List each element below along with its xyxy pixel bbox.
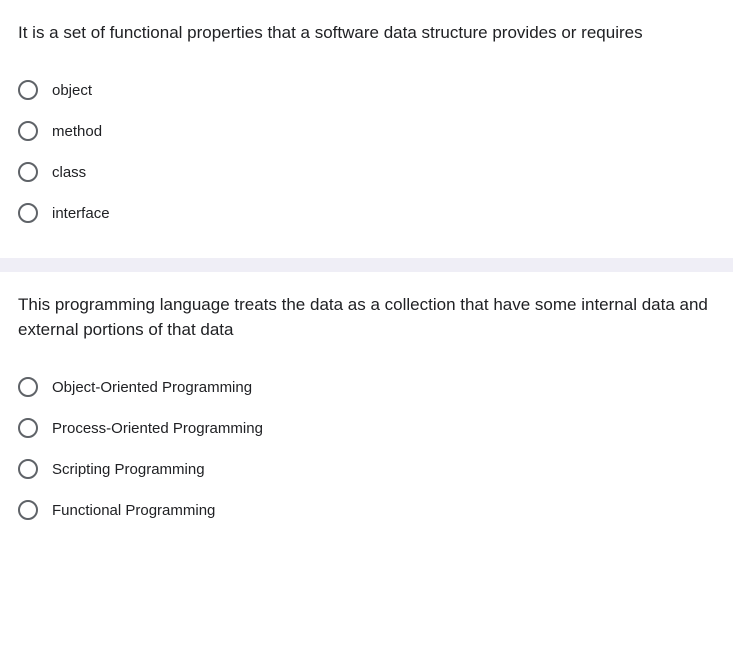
- option-label: Functional Programming: [52, 500, 215, 521]
- radio-icon: [18, 121, 38, 141]
- radio-icon: [18, 80, 38, 100]
- radio-icon: [18, 377, 38, 397]
- option-row[interactable]: object: [18, 70, 715, 111]
- radio-icon: [18, 162, 38, 182]
- option-row[interactable]: interface: [18, 193, 715, 234]
- option-label: class: [52, 162, 86, 183]
- question-prompt: This programming language treats the dat…: [18, 292, 715, 343]
- question-block-1: It is a set of functional properties tha…: [0, 0, 733, 258]
- option-label: Scripting Programming: [52, 459, 205, 480]
- option-label: method: [52, 121, 102, 142]
- option-label: Object-Oriented Programming: [52, 377, 252, 398]
- radio-icon: [18, 203, 38, 223]
- question-block-2: This programming language treats the dat…: [0, 272, 733, 555]
- option-row[interactable]: Functional Programming: [18, 490, 715, 531]
- section-divider: [0, 258, 733, 272]
- question-prompt: It is a set of functional properties tha…: [18, 20, 715, 46]
- option-label: Process-Oriented Programming: [52, 418, 263, 439]
- option-row[interactable]: method: [18, 111, 715, 152]
- option-label: object: [52, 80, 92, 101]
- radio-icon: [18, 459, 38, 479]
- option-row[interactable]: Object-Oriented Programming: [18, 367, 715, 408]
- option-row[interactable]: Scripting Programming: [18, 449, 715, 490]
- option-row[interactable]: class: [18, 152, 715, 193]
- option-row[interactable]: Process-Oriented Programming: [18, 408, 715, 449]
- options-group: Object-Oriented Programming Process-Orie…: [18, 367, 715, 531]
- option-label: interface: [52, 203, 110, 224]
- radio-icon: [18, 500, 38, 520]
- radio-icon: [18, 418, 38, 438]
- options-group: object method class interface: [18, 70, 715, 234]
